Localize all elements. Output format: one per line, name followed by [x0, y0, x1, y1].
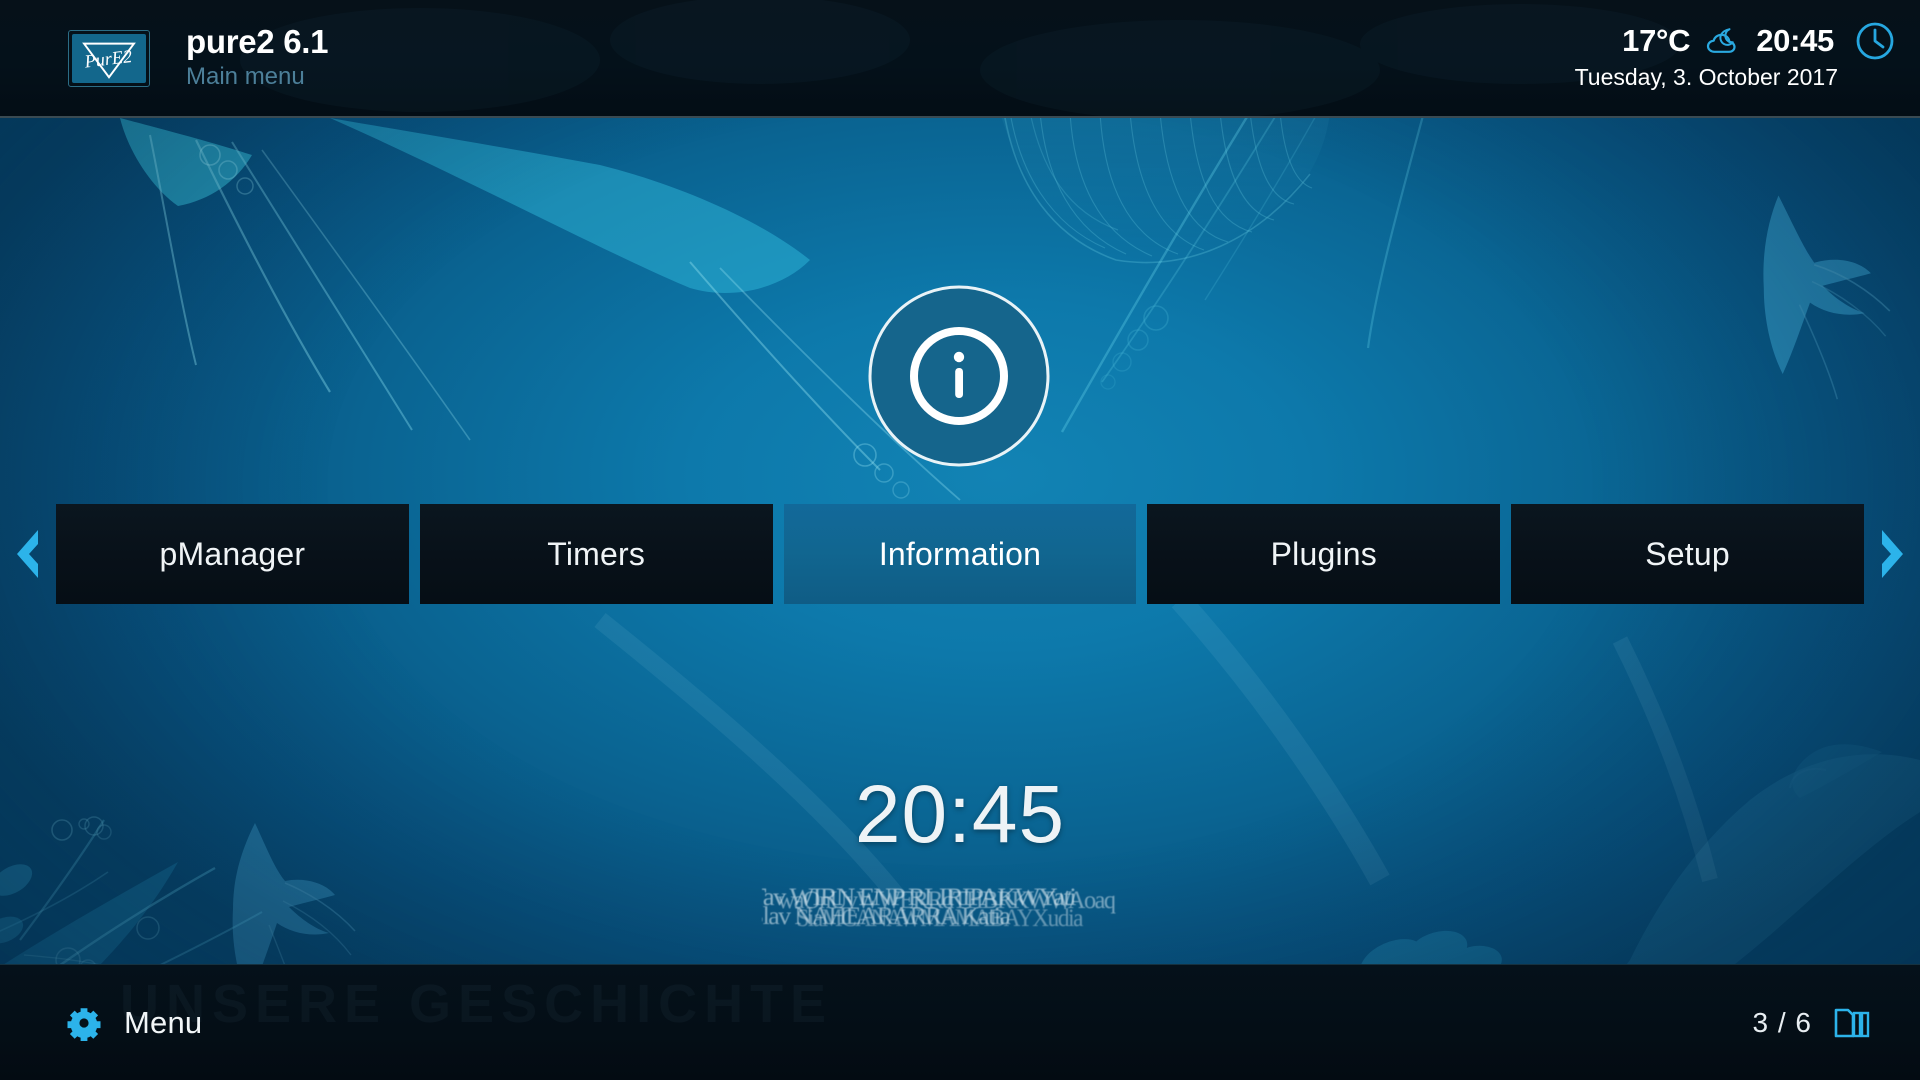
chevron-right-icon[interactable] [1864, 504, 1920, 604]
footer-menu-button[interactable]: Menu [66, 965, 202, 1080]
footer-menu-label: Menu [124, 1005, 203, 1040]
tv-ui-screen: PurE2 pure2 6.1 Main menu 17°C 20:45 Tue… [0, 0, 1920, 1080]
app-logo: PurE2 [68, 30, 150, 87]
menu-item-label: Information [878, 535, 1042, 572]
app-title: pure2 6.1 [186, 23, 329, 60]
title-block: pure2 6.1 Main menu [186, 22, 329, 92]
main-menu-strip: pManager Timers Information Plugins Setu… [0, 504, 1920, 604]
scrambled-line: SiaMCANAWMAMABAYXudia [796, 905, 1083, 932]
header-bar: PurE2 pure2 6.1 Main menu 17°C 20:45 Tue… [0, 0, 1920, 118]
chevron-left-icon[interactable] [0, 504, 56, 604]
status-block: 17°C 20:45 Tuesday, 3. October 2017 [1575, 20, 1896, 92]
header-date: Tuesday, 3. October 2017 [1574, 64, 1838, 90]
menu-item-setup[interactable]: Setup [1511, 504, 1864, 604]
menu-item-timers[interactable]: Timers [419, 504, 773, 604]
menu-item-pmanager[interactable]: pManager [56, 504, 409, 604]
footer-bar: UNSERE GESCHICHTE Menu 3 / 6 [0, 964, 1920, 1080]
menu-item-label: Timers [547, 535, 646, 572]
svg-text:PurE2: PurE2 [82, 46, 133, 72]
footer-ghost-text: UNSERE GESCHICHTE [120, 974, 834, 1034]
clock-icon [1854, 20, 1896, 62]
temperature-value: 17°C [1622, 23, 1691, 58]
header-time: 20:45 [1756, 23, 1834, 58]
footer-page-indicator: 3 / 6 [1753, 965, 1876, 1080]
scrambled-text-overlay: Tav WIRN ENP RLIRIPAKWYati waOnUvWWERRdT… [762, 884, 1158, 932]
menu-item-information[interactable]: Information [783, 504, 1137, 604]
big-clock: 20:45 [854, 769, 1066, 860]
menu-item-label: Setup [1645, 535, 1730, 572]
menu-item-label: Plugins [1270, 535, 1377, 572]
app-logo-image: PurE2 [72, 34, 146, 83]
menu-item-label: pManager [159, 535, 306, 572]
page-count-label: 3 / 6 [1752, 1007, 1812, 1038]
page-subtitle: Main menu [186, 63, 305, 90]
menu-item-plugins[interactable]: Plugins [1147, 504, 1501, 604]
pages-stack-icon[interactable] [1832, 1006, 1876, 1040]
menu-item-list: pManager Timers Information Plugins Setu… [56, 504, 1864, 604]
status-row-primary: 17°C 20:45 [1575, 20, 1896, 62]
info-circle-icon [866, 283, 1052, 469]
pure2-logo-icon: PurE2 [82, 42, 136, 79]
cloud-moon-icon [1704, 26, 1742, 56]
gear-icon [66, 1005, 102, 1041]
